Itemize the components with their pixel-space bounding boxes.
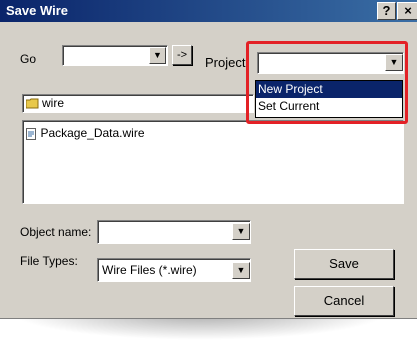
help-button[interactable]: ? (377, 2, 396, 20)
folder-icon (25, 96, 39, 109)
file-list[interactable]: Package_Data.wire (22, 120, 404, 204)
save-button[interactable]: Save (294, 249, 394, 279)
go-dropdown-button[interactable]: ▼ (149, 47, 166, 64)
object-name-combo[interactable]: ▼ (97, 220, 251, 244)
cancel-button[interactable]: Cancel (294, 286, 394, 316)
title-bar: Save Wire ? × (0, 0, 417, 22)
close-button[interactable]: × (397, 2, 417, 20)
folder-path-field[interactable]: wire (22, 94, 254, 113)
window-title: Save Wire (6, 3, 69, 18)
file-types-combo[interactable]: Wire Files (*.wire) ▼ (97, 258, 251, 282)
list-item[interactable]: Package_Data.wire (26, 124, 145, 142)
project-label: Project (205, 55, 246, 70)
go-combo[interactable]: ▼ (62, 45, 168, 66)
file-types-value: Wire Files (*.wire) (102, 263, 197, 277)
file-name: Package_Data.wire (40, 125, 145, 140)
go-arrow-button[interactable]: -> (172, 45, 192, 65)
object-name-dropdown-button[interactable]: ▼ (232, 223, 250, 240)
file-types-label: File Types: (20, 254, 78, 268)
folder-name: wire (42, 96, 65, 110)
file-icon (26, 127, 36, 140)
object-name-label: Object name: (20, 225, 92, 239)
go-label: Go (20, 52, 37, 66)
file-types-dropdown-button[interactable]: ▼ (232, 262, 250, 279)
highlight-box (246, 41, 408, 124)
